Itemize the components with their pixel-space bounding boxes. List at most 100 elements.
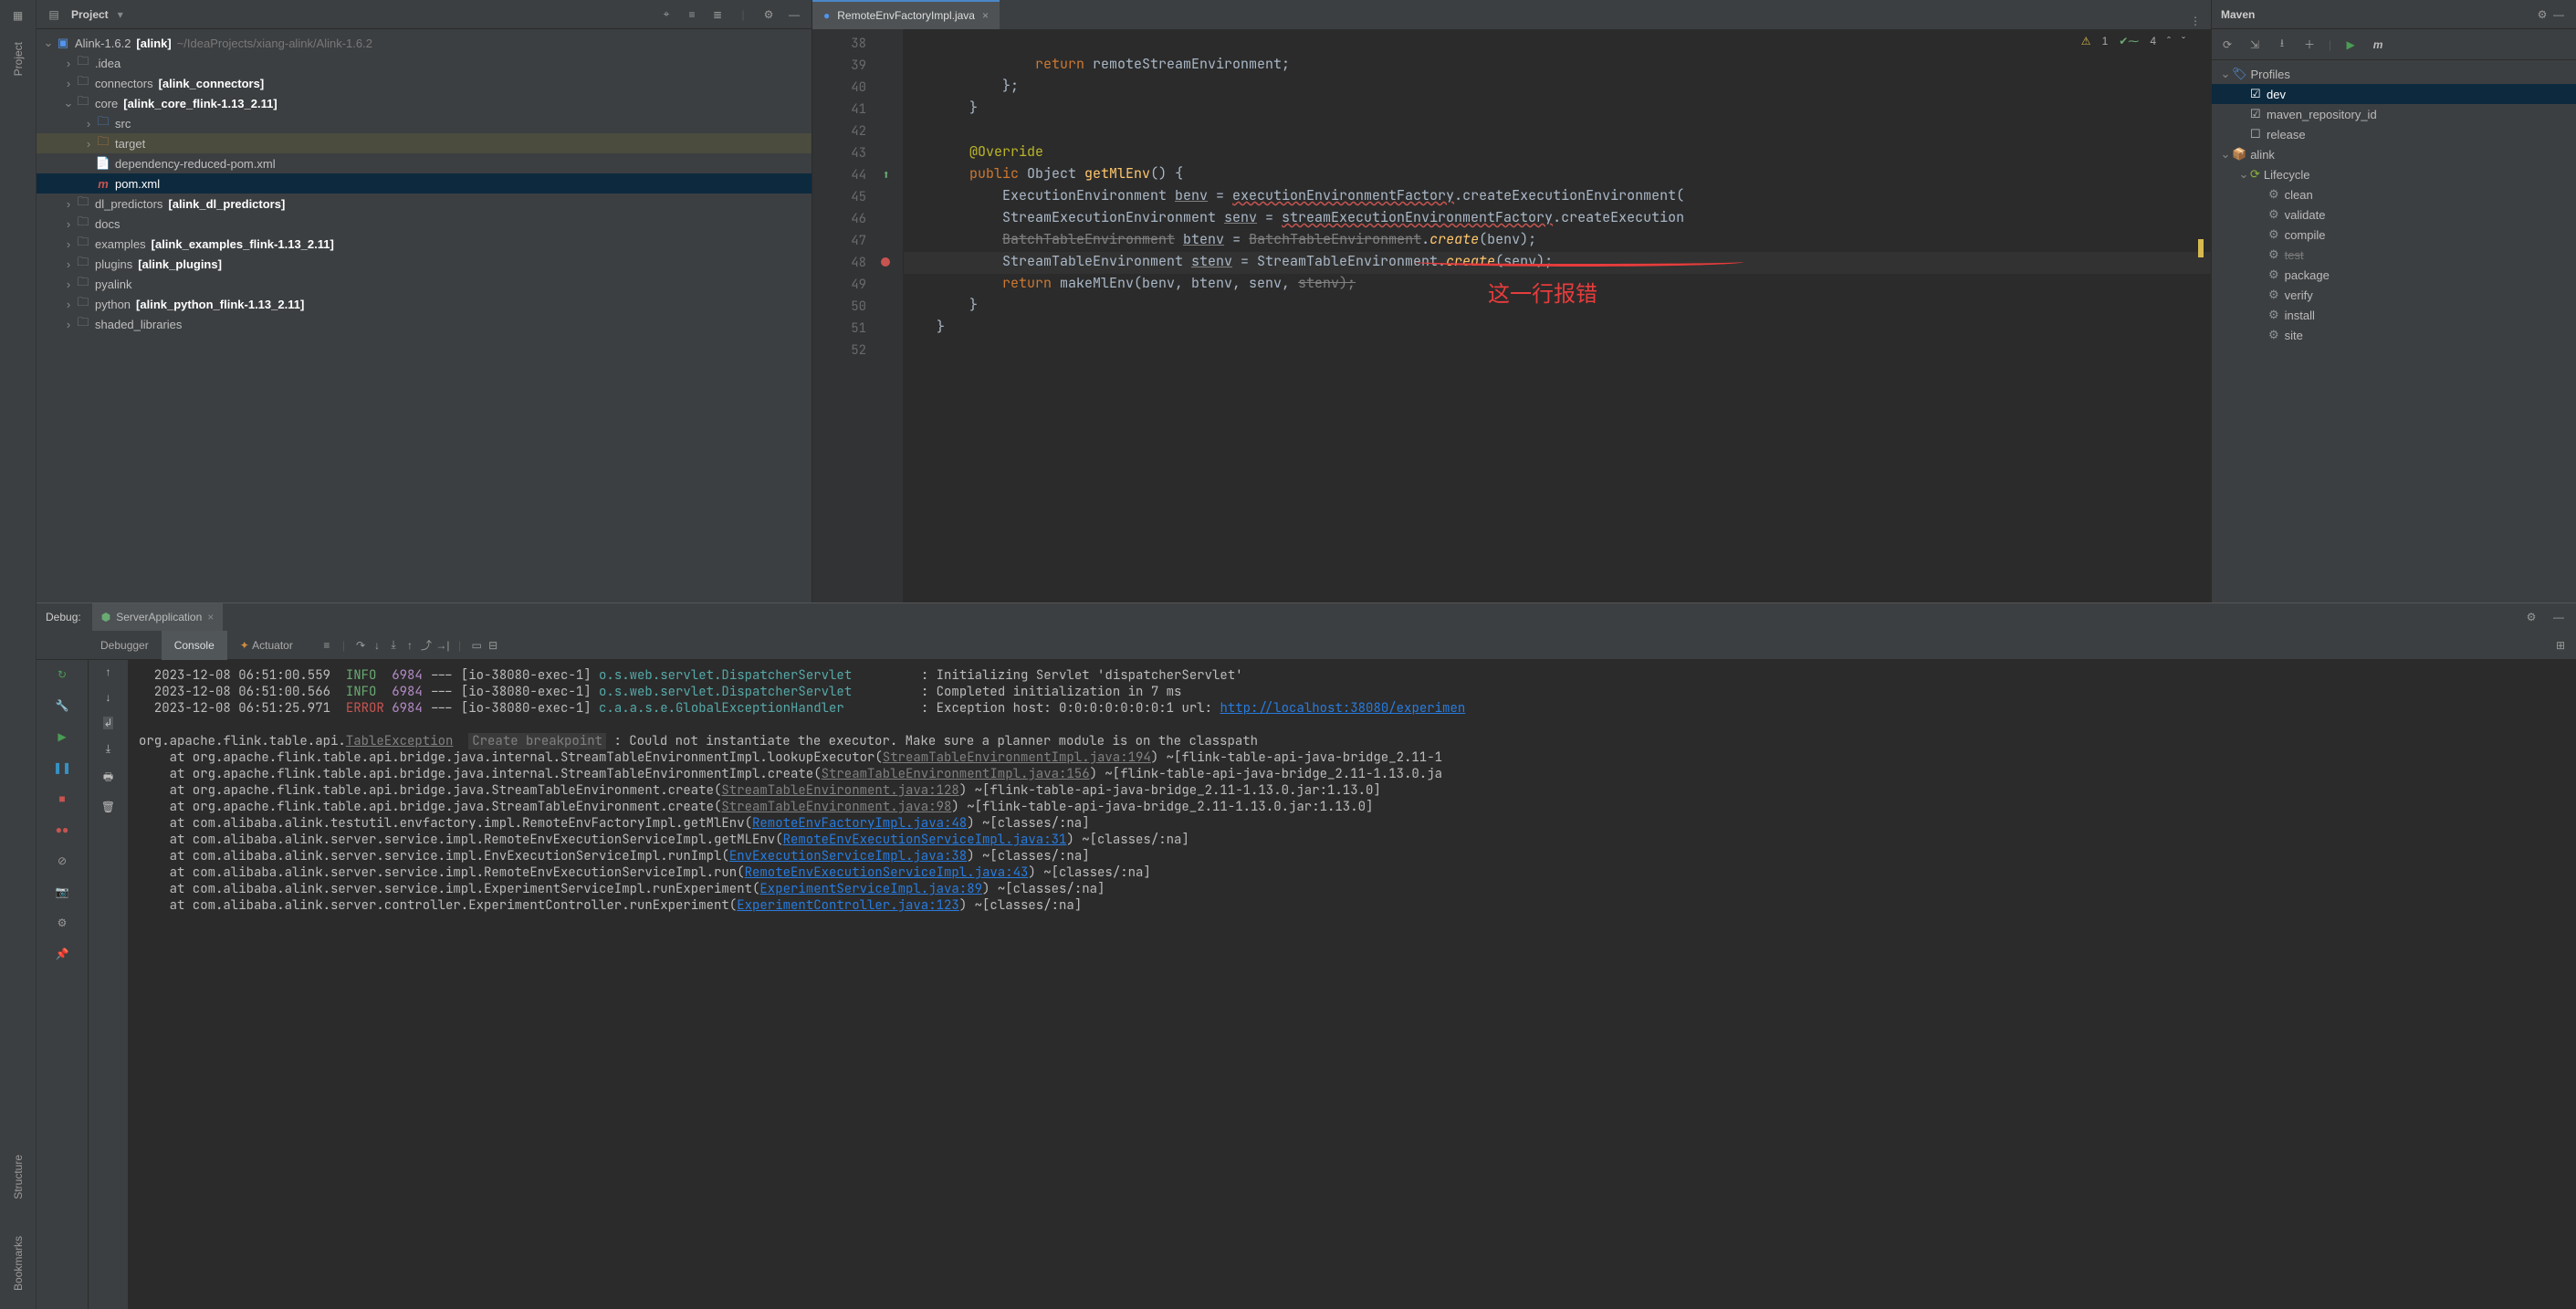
gutter-line[interactable]: 47 bbox=[812, 230, 903, 252]
maven-profiles-node[interactable]: ⌄ 🏷 Profiles bbox=[2212, 64, 2576, 84]
layout-icon[interactable]: ≡ bbox=[319, 637, 335, 654]
gear-icon[interactable]: ⚙ bbox=[2534, 6, 2550, 23]
rerun-icon[interactable]: ↻ bbox=[53, 665, 71, 684]
debug-config-tab[interactable]: ⬢ ServerApplication × bbox=[92, 603, 224, 631]
editor-more-icon[interactable]: ⋮ bbox=[2187, 13, 2204, 29]
stack-link[interactable]: RemoteEnvFactoryImpl.java:48 bbox=[752, 815, 967, 832]
maven-lifecycle-item[interactable]: ⚙validate bbox=[2212, 204, 2576, 225]
code-line[interactable] bbox=[904, 340, 2211, 361]
pin-icon[interactable]: 📌 bbox=[53, 945, 71, 963]
gutter-line[interactable]: 41 bbox=[812, 99, 903, 120]
maven-lifecycle-item[interactable]: ⚙compile bbox=[2212, 225, 2576, 245]
print-icon[interactable]: 🖶 bbox=[103, 769, 113, 788]
settings-icon[interactable]: ⚙ bbox=[53, 914, 71, 932]
stack-link[interactable]: ExperimentServiceImpl.java:89 bbox=[759, 881, 982, 897]
tree-item[interactable]: ›🗀docs bbox=[37, 214, 812, 234]
maven-profile-item[interactable]: ☐release bbox=[2212, 124, 2576, 144]
gutter-line[interactable]: 52 bbox=[812, 340, 903, 361]
editor-tab-active[interactable]: ● RemoteEnvFactoryImpl.java × bbox=[812, 0, 1000, 29]
stack-link[interactable]: RemoteEnvExecutionServiceImpl.java:43 bbox=[745, 864, 1029, 881]
trace-icon[interactable]: ⊟ bbox=[485, 637, 501, 654]
code-line[interactable]: return remoteStreamEnvironment; bbox=[904, 55, 2211, 77]
minimize-icon[interactable]: — bbox=[2550, 6, 2567, 23]
tree-item[interactable]: ›🗀pyalink bbox=[37, 274, 812, 294]
stack-link[interactable]: StreamTableEnvironment.java:128 bbox=[721, 782, 958, 799]
gutter-line[interactable]: 45 bbox=[812, 186, 903, 208]
gutter-line[interactable]: 39 bbox=[812, 55, 903, 77]
breakpoint-icon[interactable] bbox=[881, 255, 890, 271]
stack-link[interactable]: EnvExecutionServiceImpl.java:38 bbox=[729, 848, 967, 864]
tree-item[interactable]: 📄dependency-reduced-pom.xml bbox=[37, 153, 812, 173]
tree-item[interactable]: ›🗀.idea bbox=[37, 53, 812, 73]
tree-item[interactable]: ›🗀connectors[alink_connectors] bbox=[37, 73, 812, 93]
stripe-project[interactable]: Project bbox=[12, 42, 25, 76]
add-icon[interactable]: ＋ bbox=[2301, 37, 2318, 53]
code-line[interactable]: } bbox=[904, 318, 2211, 340]
close-icon[interactable]: × bbox=[207, 611, 214, 623]
code-line[interactable]: StreamTableEnvironment stenv = StreamTab… bbox=[904, 252, 2211, 274]
gutter-line[interactable]: 44⬆ bbox=[812, 164, 903, 186]
resume-icon[interactable]: ▶ bbox=[53, 728, 71, 746]
gutter-line[interactable]: 50 bbox=[812, 296, 903, 318]
maven-lifecycle-item[interactable]: ⚙install bbox=[2212, 305, 2576, 325]
project-tool-icon[interactable]: ▦ bbox=[10, 7, 26, 24]
generate-sources-icon[interactable]: ⇲ bbox=[2246, 37, 2263, 53]
gutter-line[interactable]: 40 bbox=[812, 77, 903, 99]
project-root[interactable]: ⌄ ▣ Alink-1.6.2 [alink] ~/IdeaProjects/x… bbox=[37, 33, 812, 53]
minimize-icon[interactable]: — bbox=[2550, 609, 2567, 625]
code-line[interactable] bbox=[904, 120, 2211, 142]
run-icon[interactable]: ▶ bbox=[2342, 37, 2359, 53]
step-out-icon[interactable]: ↑ bbox=[402, 637, 418, 654]
gutter-line[interactable]: 51 bbox=[812, 318, 903, 340]
tree-item[interactable]: ›🗀src bbox=[37, 113, 812, 133]
tree-item[interactable]: ›🗀dl_predictors[alink_dl_predictors] bbox=[37, 194, 812, 214]
stripe-bookmarks[interactable]: Bookmarks bbox=[12, 1236, 25, 1291]
code-line[interactable]: StreamExecutionEnvironment senv = stream… bbox=[904, 208, 2211, 230]
drop-frame-icon[interactable]: ⤴ bbox=[418, 637, 435, 654]
error-stripe-mark[interactable] bbox=[2198, 239, 2204, 257]
maven-m-icon[interactable]: m bbox=[2370, 37, 2386, 53]
console-output[interactable]: 2023-12-08 06:51:00.559 INFO 6984 --- [i… bbox=[128, 660, 2576, 1309]
gutter-line[interactable]: 49 bbox=[812, 274, 903, 296]
checkbox-icon[interactable]: ☑ bbox=[2250, 107, 2263, 121]
project-view-icon[interactable]: ▤ bbox=[46, 6, 62, 23]
run-to-cursor-icon[interactable]: →| bbox=[435, 637, 451, 654]
gutter-line[interactable]: 38 bbox=[812, 33, 903, 55]
close-icon[interactable]: × bbox=[982, 9, 989, 22]
scroll-down-icon[interactable]: ↓ bbox=[106, 691, 111, 704]
create-breakpoint-link[interactable]: Create breakpoint bbox=[468, 733, 606, 749]
pause-icon[interactable]: ❚❚ bbox=[53, 759, 71, 777]
maven-lifecycle-item[interactable]: ⚙site bbox=[2212, 325, 2576, 345]
code-line[interactable]: }; bbox=[904, 77, 2211, 99]
minimize-icon[interactable]: — bbox=[786, 6, 802, 23]
maven-lifecycle-item[interactable]: ⚙package bbox=[2212, 265, 2576, 285]
tree-item[interactable]: ⌄🗀core[alink_core_flink-1.13_2.11] bbox=[37, 93, 812, 113]
code-line[interactable]: @Override bbox=[904, 142, 2211, 164]
gear-icon[interactable]: ⚙ bbox=[2523, 609, 2539, 625]
tree-item[interactable]: ›🗀target bbox=[37, 133, 812, 153]
gutter-line[interactable]: 46 bbox=[812, 208, 903, 230]
code-line[interactable]: } bbox=[904, 296, 2211, 318]
project-tree[interactable]: ⌄ ▣ Alink-1.6.2 [alink] ~/IdeaProjects/x… bbox=[37, 29, 812, 602]
breakpoints-icon[interactable]: ●● bbox=[53, 821, 71, 839]
code-line[interactable]: return makeMlEnv(benv, btenv, senv, sten… bbox=[904, 274, 2211, 296]
maven-lifecycle-item[interactable]: ⚙test bbox=[2212, 245, 2576, 265]
scroll-to-end-icon[interactable]: ⤓ bbox=[106, 742, 110, 756]
method-override-icon[interactable]: ⬆ bbox=[883, 167, 890, 183]
code-line[interactable]: public Object getMlEnv() { bbox=[904, 164, 2211, 186]
maven-lifecycle-item[interactable]: ⚙verify bbox=[2212, 285, 2576, 305]
subtab-console[interactable]: Console bbox=[162, 631, 227, 660]
gutter-line[interactable]: 43 bbox=[812, 142, 903, 164]
stack-link[interactable]: StreamTableEnvironment.java:98 bbox=[721, 799, 951, 815]
maven-module-node[interactable]: ⌄ 📦 alink bbox=[2212, 144, 2576, 164]
maven-profile-item[interactable]: ☑dev bbox=[2212, 84, 2576, 104]
force-step-into-icon[interactable]: ⤓ bbox=[385, 637, 402, 654]
expand-all-icon[interactable]: ≡ bbox=[684, 6, 700, 23]
tree-item[interactable]: mpom.xml bbox=[37, 173, 812, 194]
stack-link[interactable]: StreamTableEnvironmentImpl.java:194 bbox=[883, 749, 1151, 766]
stack-link[interactable]: ExperimentController.java:123 bbox=[737, 897, 959, 914]
url-link[interactable]: http://localhost:38080/experimen bbox=[1220, 700, 1465, 717]
code-line[interactable]: BatchTableEnvironment btenv = BatchTable… bbox=[904, 230, 2211, 252]
download-icon[interactable]: ⭳ bbox=[2274, 37, 2290, 53]
maven-tree[interactable]: ⌄ 🏷 Profiles ☑dev☑maven_repository_id☐re… bbox=[2212, 60, 2576, 349]
